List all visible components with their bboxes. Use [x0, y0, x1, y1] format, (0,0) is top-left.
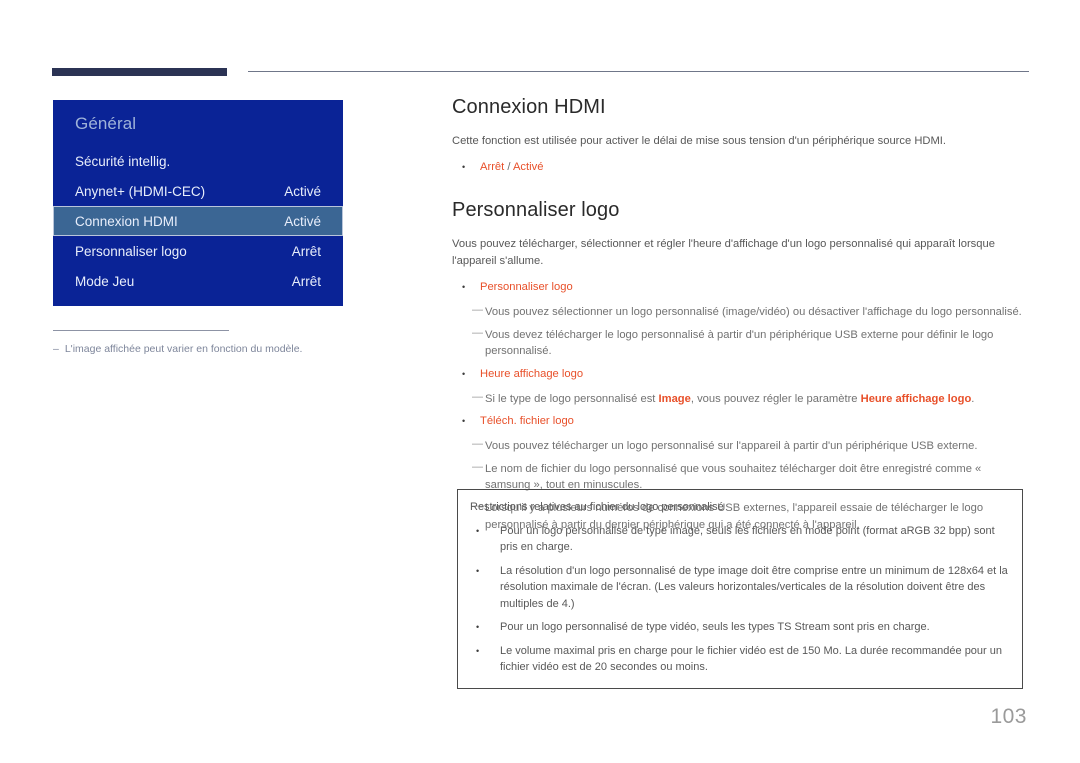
bullet-personnaliser-logo: • Personnaliser logo: [452, 279, 1024, 296]
footnote-line: ‒ L'image affichée peut varier en foncti…: [53, 342, 353, 357]
dash-marker-icon: ―: [472, 390, 483, 403]
osd-row-label: Personnaliser logo: [75, 243, 187, 259]
dash-marker-icon: ―: [472, 437, 483, 450]
subnote-post: .: [971, 392, 975, 405]
osd-row-value: Activé: [284, 183, 321, 199]
footnote-dash-marker: ‒: [53, 343, 59, 355]
bullet-label: Téléch. fichier logo: [480, 415, 574, 428]
option-arret: Arrêt: [480, 161, 505, 174]
osd-row-personnaliser-logo[interactable]: Personnaliser logo Arrêt: [53, 236, 343, 266]
osd-row-value: Activé: [284, 213, 321, 229]
footnote-rule: [53, 330, 229, 331]
osd-row-anynet-hdmi-cec[interactable]: Anynet+ (HDMI-CEC) Activé: [53, 176, 343, 206]
restriction-text: Pour un logo personnalisé de type vidéo,…: [500, 621, 930, 633]
bullet-arret-active: • Arrêt / Activé: [452, 159, 1024, 176]
subnote-pre: Si le type de logo personnalisé est: [485, 392, 659, 405]
restriction-item: • Le volume maximal pris en charge pour …: [468, 643, 1008, 676]
section-title-personnaliser-logo: Personnaliser logo: [452, 198, 620, 221]
bullet-heure-affichage-logo: • Heure affichage logo: [452, 366, 1024, 383]
bullet-options: Arrêt / Activé: [480, 159, 543, 176]
restrictions-title: Restrictions relatives au fichier du log…: [470, 501, 724, 513]
subnote-mid: , vous pouvez régler le paramètre: [690, 392, 861, 405]
bullet-label: Personnaliser logo: [480, 281, 573, 294]
subnote-text: Vous pouvez sélectionner un logo personn…: [485, 305, 1022, 318]
osd-row-connexion-hdmi[interactable]: Connexion HDMI Activé: [53, 206, 343, 236]
restriction-text: Pour un logo personnalisé de type image,…: [500, 524, 995, 554]
bullet-dot-icon: •: [476, 565, 480, 576]
bullet-dot-icon: •: [462, 162, 466, 173]
page-number: 103: [990, 705, 1027, 728]
section-title-connexion-hdmi: Connexion HDMI: [452, 96, 606, 118]
emphasis-heure-affichage-logo: Heure affichage logo: [860, 392, 972, 405]
subnote-text: Vous pouvez télécharger un logo personna…: [485, 439, 978, 452]
restriction-text: Le volume maximal pris en charge pour le…: [500, 644, 1002, 674]
subnote-text: Vous devez télécharger le logo personnal…: [485, 328, 994, 358]
subnote-row: ― Vous devez télécharger le logo personn…: [452, 327, 1024, 361]
restriction-item: • La résolution d'un logo personnalisé d…: [468, 563, 1008, 613]
emphasis-image: Image: [658, 392, 691, 405]
restrictions-box: Restrictions relatives au fichier du log…: [457, 489, 1023, 689]
osd-row-label: Mode Jeu: [75, 273, 135, 289]
osd-row-mode-jeu[interactable]: Mode Jeu Arrêt: [53, 266, 343, 296]
bullet-dot-icon: •: [462, 416, 466, 427]
bullet-dot-icon: •: [476, 525, 480, 536]
osd-row-label: Sécurité intellig.: [75, 153, 171, 169]
osd-row-value: Arrêt: [291, 243, 321, 259]
dash-marker-icon: ―: [472, 303, 483, 316]
osd-menu-title: Général: [75, 114, 137, 133]
bullet-dot-icon: •: [462, 282, 466, 293]
osd-row-label: Connexion HDMI: [75, 213, 178, 229]
bullet-telech-fichier-logo: • Téléch. fichier logo: [452, 413, 1024, 430]
subnote-row: ― Vous pouvez télécharger un logo person…: [452, 438, 1024, 455]
figure-footnote: ‒ L'image affichée peut varier en foncti…: [53, 330, 353, 357]
section1-paragraph: Cette fonction est utilisée pour activer…: [452, 135, 947, 147]
subnote-text: Si le type de logo personnalisé est Imag…: [485, 391, 1024, 408]
subnote-row: ― Si le type de logo personnalisé est Im…: [452, 391, 1024, 408]
osd-row-securite-intellig[interactable]: Sécurité intellig.: [53, 146, 343, 176]
dash-marker-icon: ―: [472, 326, 483, 339]
restriction-item: • Pour un logo personnalisé de type vidé…: [468, 619, 1008, 636]
page-header-rule: [0, 0, 1080, 90]
option-separator: /: [504, 161, 513, 174]
osd-panel-padding: [53, 296, 343, 306]
restriction-item: • Pour un logo personnalisé de type imag…: [468, 523, 1008, 556]
bullet-dot-icon: •: [476, 645, 480, 656]
header-accent-bar: [52, 68, 227, 76]
option-active: Activé: [512, 161, 544, 174]
bullet-dot-icon: •: [476, 622, 480, 632]
osd-row-value: Arrêt: [291, 273, 321, 289]
header-thin-rule: [248, 71, 1029, 72]
subnote-row: ― Vous pouvez sélectionner un logo perso…: [452, 304, 1024, 321]
main-content: Connexion HDMI Cette fonction est utilis…: [452, 96, 1024, 540]
osd-menu-panel: Général Sécurité intellig. Anynet+ (HDMI…: [53, 100, 343, 306]
bullet-dot-icon: •: [462, 369, 466, 380]
bullet-label: Heure affichage logo: [480, 368, 584, 381]
osd-row-label: Anynet+ (HDMI-CEC): [75, 183, 206, 199]
footnote-text: L'image affichée peut varier en fonction…: [64, 343, 303, 355]
restriction-text: La résolution d'un logo personnalisé de …: [500, 564, 1008, 610]
section2-paragraph: Vous pouvez télécharger, sélectionner et…: [452, 237, 995, 268]
